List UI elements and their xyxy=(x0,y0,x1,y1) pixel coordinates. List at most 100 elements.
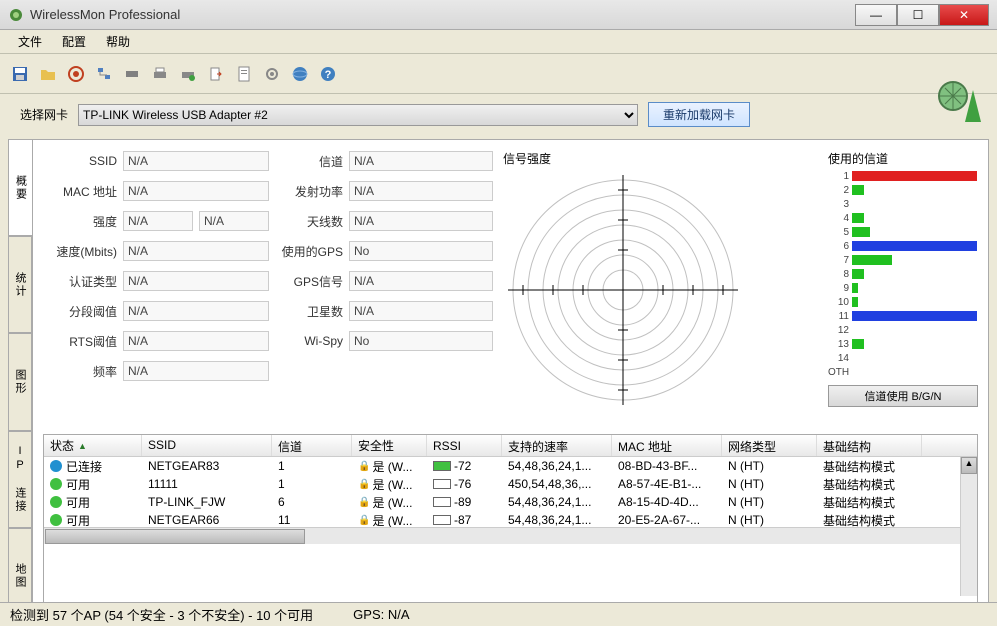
table-row[interactable]: 可用 11111 1 🔒是 (W... -76 450,54,48,36,...… xyxy=(44,475,977,493)
channel-row: 12 xyxy=(828,323,978,337)
reload-adapter-button[interactable]: 重新加载网卡 xyxy=(648,102,750,127)
tab-graph[interactable]: 图形 xyxy=(8,333,32,430)
channel-row: 14 xyxy=(828,351,978,365)
channel-row: 10 xyxy=(828,295,978,309)
col-mac[interactable]: MAC 地址 xyxy=(612,435,722,456)
auth-label: 认证类型 xyxy=(43,273,123,290)
summary-panel: SSIDN/A MAC 地址N/A 强度N/AN/A 速度(Mbits)N/A … xyxy=(32,139,989,625)
app-icon xyxy=(8,7,24,23)
open-icon[interactable] xyxy=(36,62,60,86)
ssid-label: SSID xyxy=(43,154,123,168)
col-channel[interactable]: 信道 xyxy=(272,435,352,456)
svg-text:?: ? xyxy=(325,69,332,81)
report-icon[interactable] xyxy=(232,62,256,86)
export-icon[interactable] xyxy=(204,62,228,86)
window-title: WirelessMon Professional xyxy=(30,7,855,22)
print-icon[interactable] xyxy=(148,62,172,86)
table-vscroll[interactable]: ▲ xyxy=(960,457,977,596)
channel-row: 13 xyxy=(828,337,978,351)
vertical-tabs: 概要 统计 图形 IP 连接 地图 xyxy=(8,139,32,625)
txpower-label: 发射功率 xyxy=(269,183,349,200)
channel-mode-button[interactable]: 信道使用 B/G/N xyxy=(828,385,978,407)
menu-bar: 文件 配置 帮助 xyxy=(0,30,997,54)
menu-help[interactable]: 帮助 xyxy=(96,31,140,52)
strength-value2: N/A xyxy=(199,211,269,231)
mac-value: N/A xyxy=(123,181,269,201)
col-nettype[interactable]: 网络类型 xyxy=(722,435,817,456)
channel-usage: 使用的信道 1234567891011121314OTH 信道使用 B/G/N xyxy=(828,150,978,430)
freq-value: N/A xyxy=(123,361,269,381)
strength-value: N/A xyxy=(123,211,193,231)
txpower-value: N/A xyxy=(349,181,493,201)
rts-label: RTS阈值 xyxy=(43,333,123,350)
col-rssi[interactable]: RSSI xyxy=(427,435,502,456)
frag-value: N/A xyxy=(123,301,269,321)
tab-statistics[interactable]: 统计 xyxy=(8,236,32,333)
channel-row: 4 xyxy=(828,211,978,225)
table-header: 状态 ▲ SSID 信道 安全性 RSSI 支持的速率 MAC 地址 网络类型 … xyxy=(44,435,977,457)
table-row[interactable]: 可用 TP-LINK_FJW 6 🔒是 (W... -89 54,48,36,2… xyxy=(44,493,977,511)
table-row[interactable]: 可用 NETGEAR66 11 🔒是 (W... -87 54,48,36,24… xyxy=(44,511,977,527)
adapter-label: 选择网卡 xyxy=(20,106,68,123)
wispy-label: Wi-Spy xyxy=(269,334,349,348)
save-icon[interactable] xyxy=(8,62,32,86)
globe-icon[interactable] xyxy=(288,62,312,86)
status-ap-count: 检测到 57 个AP (54 个安全 - 3 个不安全) - 10 个可用 xyxy=(10,605,353,624)
radar-label: 信号强度 xyxy=(503,150,551,167)
signal-radar: 信号强度 xyxy=(503,150,818,430)
status-bar: 检测到 57 个AP (54 个安全 - 3 个不安全) - 10 个可用 GP… xyxy=(0,602,997,626)
adapter-select[interactable]: TP-LINK Wireless USB Adapter #2 xyxy=(78,104,638,126)
print-setup-icon[interactable] xyxy=(176,62,200,86)
channel-value: N/A xyxy=(349,151,493,171)
menu-config[interactable]: 配置 xyxy=(52,31,96,52)
menu-file[interactable]: 文件 xyxy=(8,31,52,52)
channel-row: 9 xyxy=(828,281,978,295)
channel-label: 信道 xyxy=(269,153,349,170)
table-row[interactable]: 已连接 NETGEAR83 1 🔒是 (W... -72 54,48,36,24… xyxy=(44,457,977,475)
help-icon[interactable]: ? xyxy=(316,62,340,86)
freq-label: 频率 xyxy=(43,363,123,380)
channel-row: 5 xyxy=(828,225,978,239)
adapter-row: 选择网卡 TP-LINK Wireless USB Adapter #2 重新加… xyxy=(0,94,997,135)
table-hscroll[interactable] xyxy=(44,527,977,544)
minimize-button[interactable]: — xyxy=(855,4,897,26)
auth-value: N/A xyxy=(123,271,269,291)
toolbar: ? xyxy=(0,54,997,94)
rts-value: N/A xyxy=(123,331,269,351)
window-titlebar: WirelessMon Professional — ☐ ✕ xyxy=(0,0,997,30)
tab-summary[interactable]: 概要 xyxy=(8,139,32,236)
gps-value: No xyxy=(349,241,493,261)
wispy-value: No xyxy=(349,331,493,351)
mac-label: MAC 地址 xyxy=(43,183,123,200)
antenna-value: N/A xyxy=(349,211,493,231)
channel-row: 6 xyxy=(828,239,978,253)
target-icon[interactable] xyxy=(64,62,88,86)
speed-label: 速度(Mbits) xyxy=(43,243,123,260)
connection-fields: SSIDN/A MAC 地址N/A 强度N/AN/A 速度(Mbits)N/A … xyxy=(43,150,493,430)
speed-value: N/A xyxy=(123,241,269,261)
col-security[interactable]: 安全性 xyxy=(352,435,427,456)
col-ssid[interactable]: SSID xyxy=(142,435,272,456)
gps-label: 使用的GPS xyxy=(269,243,349,260)
col-rates[interactable]: 支持的速率 xyxy=(502,435,612,456)
channel-row: 1 xyxy=(828,169,978,183)
network-icon[interactable] xyxy=(92,62,116,86)
sat-value: N/A xyxy=(349,301,493,321)
col-infra[interactable]: 基础结构 xyxy=(817,435,922,456)
gpssig-value: N/A xyxy=(349,271,493,291)
sat-label: 卫星数 xyxy=(269,303,349,320)
antenna-label: 天线数 xyxy=(269,213,349,230)
channel-row: OTH xyxy=(828,365,978,379)
radar-chart xyxy=(503,170,743,410)
channel-row: 11 xyxy=(828,309,978,323)
channel-row: 7 xyxy=(828,253,978,267)
tab-ip-connection[interactable]: IP 连接 xyxy=(8,431,32,528)
maximize-button[interactable]: ☐ xyxy=(897,4,939,26)
frag-label: 分段阈值 xyxy=(43,303,123,320)
ap-table: 状态 ▲ SSID 信道 安全性 RSSI 支持的速率 MAC 地址 网络类型 … xyxy=(43,434,978,614)
settings-icon[interactable] xyxy=(260,62,284,86)
col-status[interactable]: 状态 ▲ xyxy=(44,435,142,456)
channels-label: 使用的信道 xyxy=(828,150,978,167)
close-button[interactable]: ✕ xyxy=(939,4,989,26)
adapter-icon[interactable] xyxy=(120,62,144,86)
